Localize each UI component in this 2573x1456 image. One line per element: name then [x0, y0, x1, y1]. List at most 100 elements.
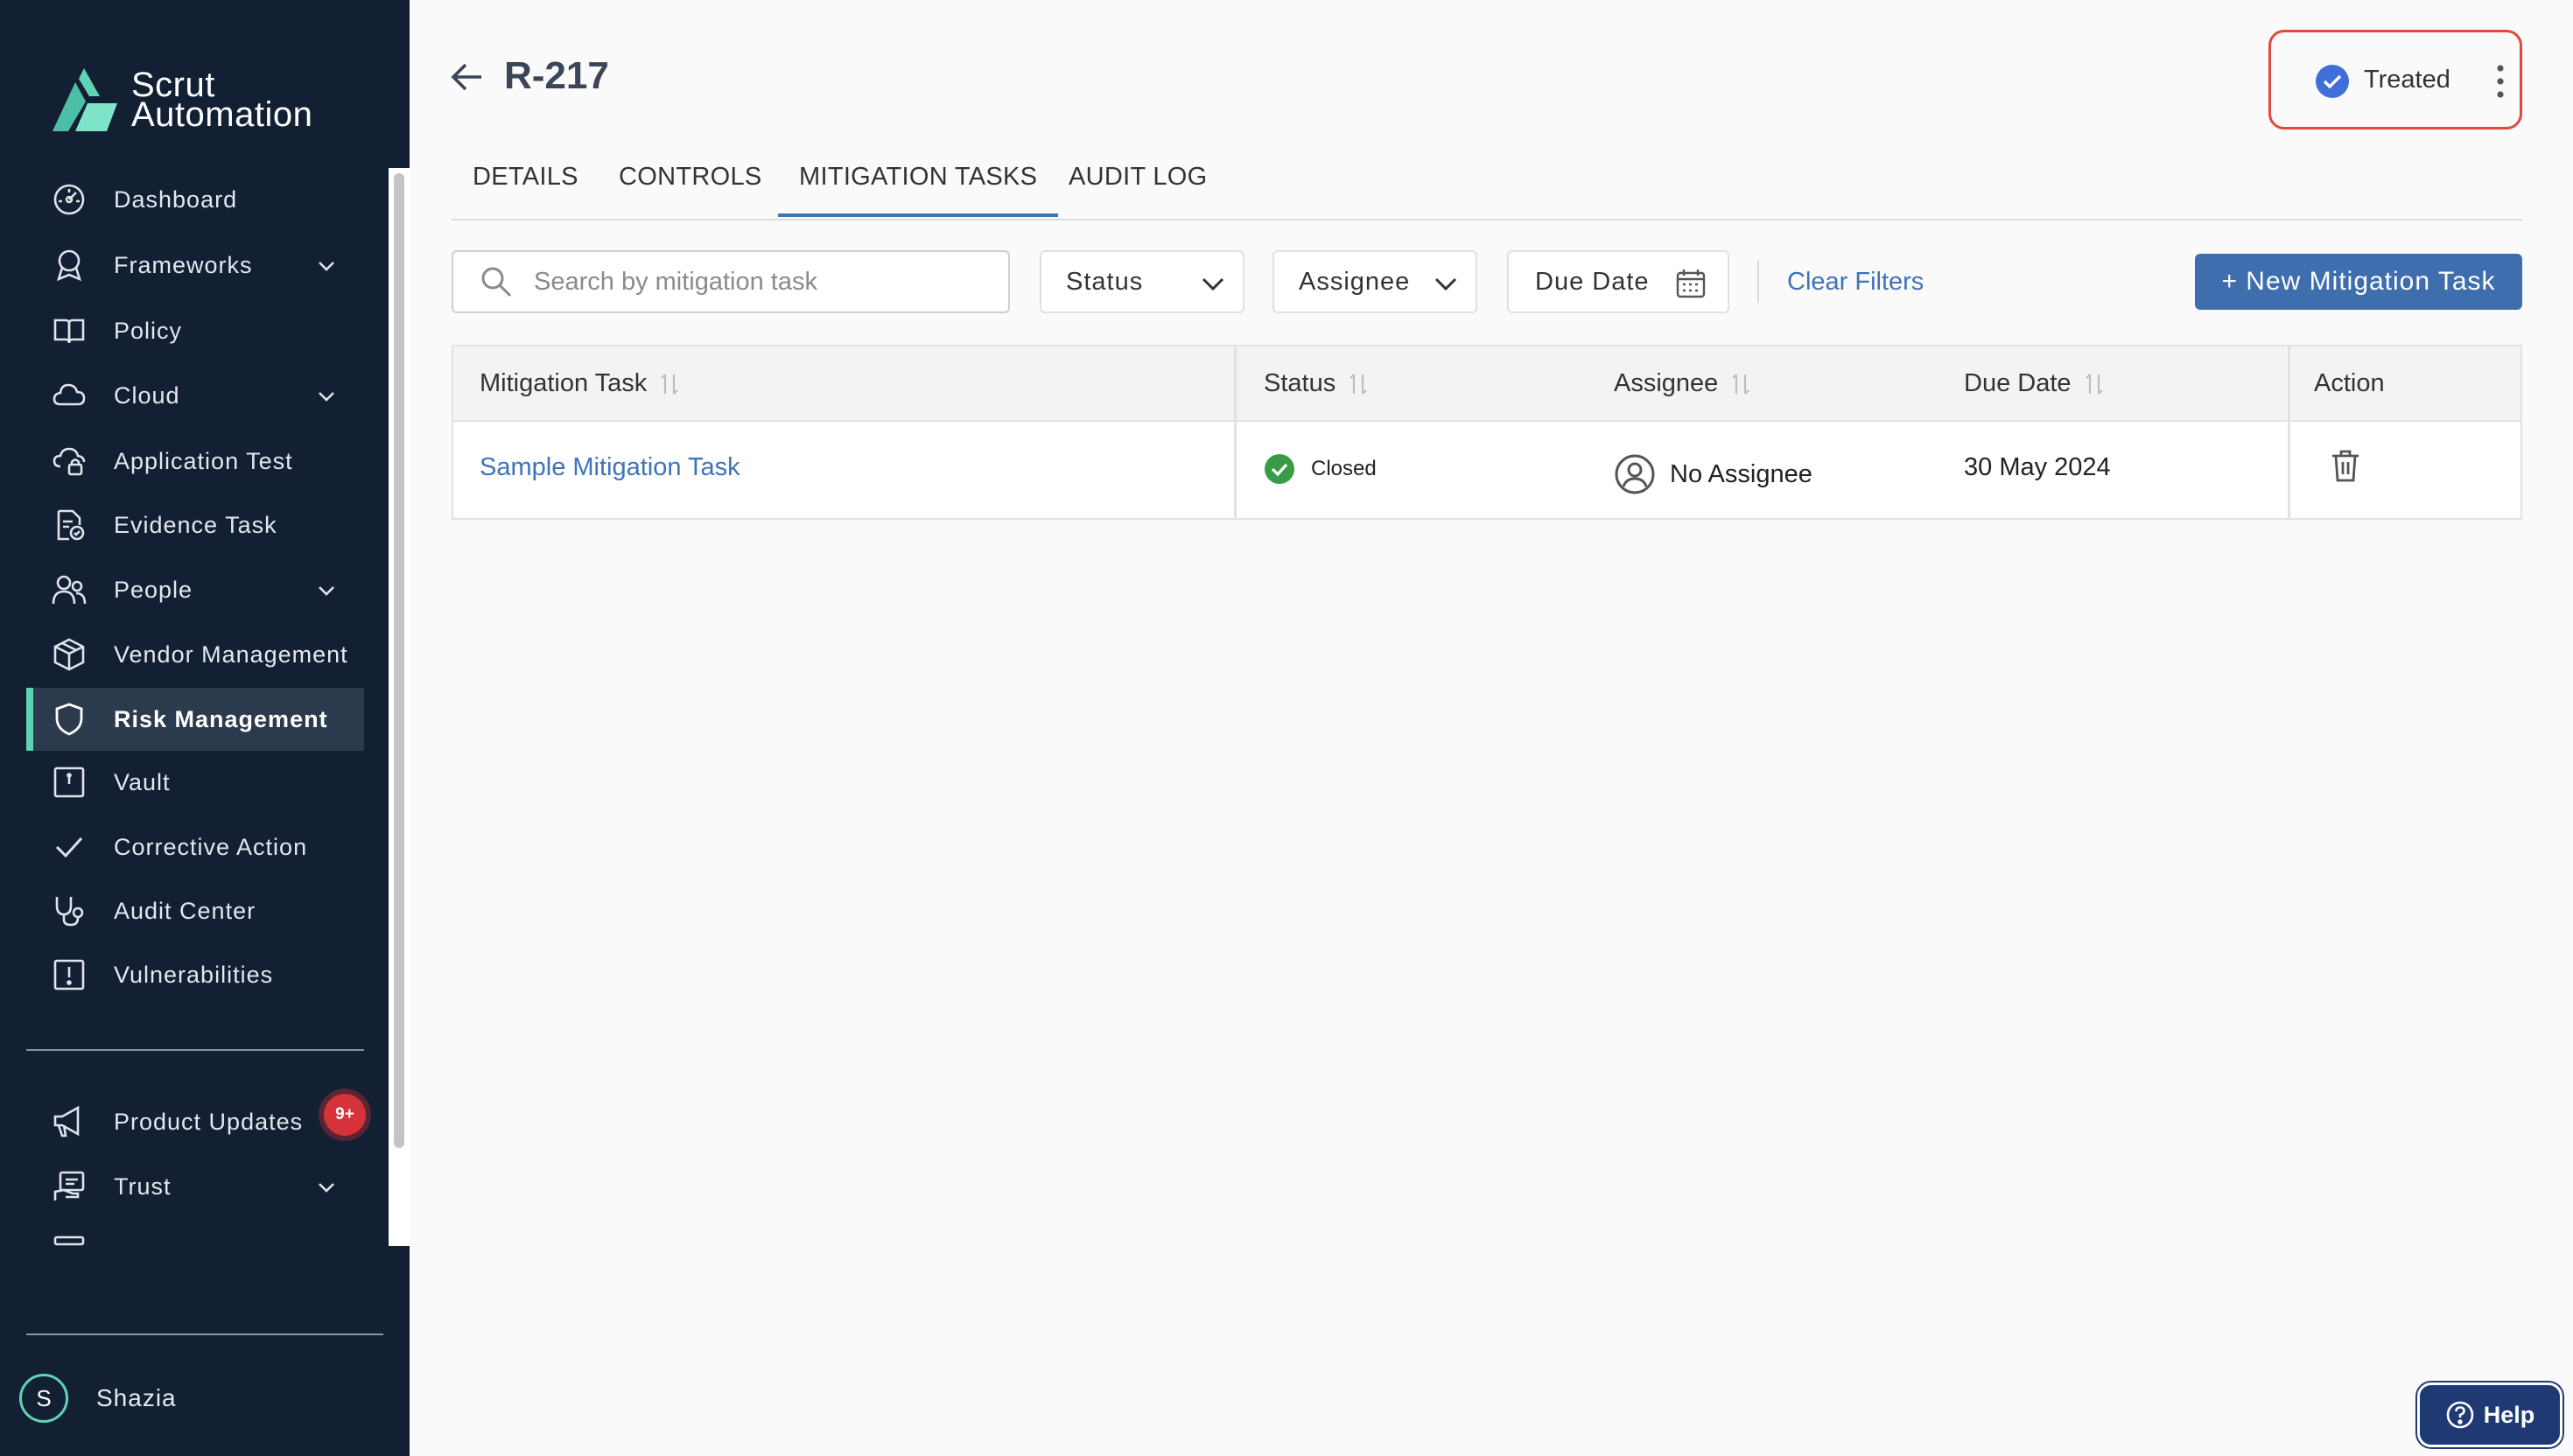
header-action: Action	[2314, 369, 2385, 397]
sidebar-item-label: Trust	[114, 1172, 172, 1200]
status-label: Treated	[2364, 66, 2450, 94]
sidebar-divider	[26, 1049, 364, 1051]
sidebar-item-label: Vault	[114, 768, 171, 795]
chevron-down-icon	[1202, 277, 1224, 291]
avatar: S	[19, 1374, 68, 1423]
sidebar-item-label: Risk Management	[114, 705, 328, 732]
calendar-icon	[1676, 270, 1706, 298]
stethoscope-icon	[51, 892, 88, 929]
search-icon	[481, 267, 512, 298]
status-filter-dropdown[interactable]: Status	[1040, 250, 1244, 313]
sidebar-item-label: Vendor Management	[114, 640, 348, 668]
risk-status-selector[interactable]: Treated	[2268, 30, 2522, 130]
user-avatar-icon	[1615, 454, 1655, 494]
sort-icon	[2085, 373, 2103, 395]
sidebar: Scrut Automation Dashboard Frameworks Po…	[0, 0, 410, 1456]
book-icon	[51, 312, 88, 349]
alert-box-icon	[51, 956, 88, 993]
tab-bar: DETAILS CONTROLS MITIGATION TASKS AUDIT …	[452, 147, 2522, 220]
assignee-filter-dropdown[interactable]: Assignee	[1272, 250, 1477, 313]
sidebar-item-label: Product Updates	[114, 1108, 304, 1135]
sidebar-item-vulnerabilities[interactable]: Vulnerabilities	[26, 943, 364, 1006]
user-name: Shazia	[96, 1384, 177, 1411]
sidebar-item-label: Vulnerabilities	[114, 961, 274, 988]
status-filter-label: Status	[1066, 267, 1144, 296]
sidebar-item-label: Cloud	[114, 382, 180, 409]
filter-divider	[1757, 261, 1759, 303]
due-date-cell: 30 May 2024	[1964, 453, 2111, 481]
sidebar-item-label: Dashboard	[114, 186, 238, 213]
sidebar-scrollbar-thumb[interactable]	[394, 173, 404, 1148]
table-header	[453, 346, 2520, 422]
document-check-icon	[51, 507, 88, 543]
closed-check-icon	[1265, 454, 1294, 484]
tab-audit-log[interactable]: AUDIT LOG	[1048, 147, 1228, 217]
clear-filters-link[interactable]: Clear Filters	[1787, 268, 1924, 297]
award-icon	[51, 247, 88, 284]
cloud-lock-icon	[51, 443, 88, 480]
assignee-filter-label: Assignee	[1299, 267, 1411, 296]
help-icon	[2446, 1401, 2474, 1429]
sidebar-item-audit-center[interactable]: Audit Center	[26, 879, 364, 942]
sidebar-item-vendor-management[interactable]: Vendor Management	[26, 623, 364, 686]
header-mitigation-task[interactable]: Mitigation Task	[480, 369, 680, 398]
sidebar-item-label: Corrective Action	[114, 833, 308, 860]
assignee-name: No Assignee	[1670, 459, 1812, 488]
menu-partial-icon	[51, 1231, 88, 1246]
scrut-logo-icon	[53, 68, 117, 131]
column-divider	[1234, 346, 1237, 518]
sidebar-item-product-updates[interactable]: Product Updates	[26, 1090, 364, 1153]
trash-icon[interactable]	[2330, 448, 2361, 483]
user-profile[interactable]: S Shazia	[19, 1374, 177, 1423]
chevron-down-icon	[1434, 277, 1457, 291]
sidebar-item-vault[interactable]: Vault	[26, 751, 364, 814]
shield-icon	[51, 701, 88, 738]
sidebar-item-corrective-action[interactable]: Corrective Action	[26, 816, 364, 878]
new-mitigation-task-button[interactable]: + New Mitigation Task	[2195, 254, 2522, 310]
sort-icon	[1732, 373, 1750, 395]
status-badge: Closed	[1311, 457, 1377, 480]
sidebar-item-label: People	[114, 576, 193, 603]
chevron-down-icon[interactable]	[315, 255, 338, 277]
search-box[interactable]	[452, 250, 1010, 313]
logo[interactable]: Scrut Automation	[49, 66, 312, 133]
dashboard-icon	[51, 181, 88, 218]
sidebar-item-label: Application Test	[114, 447, 293, 474]
assignee-cell: No Assignee	[1614, 453, 1812, 495]
due-date-filter-label: Due Date	[1535, 267, 1650, 296]
sidebar-item-frameworks[interactable]: Frameworks	[26, 234, 364, 297]
chevron-down-icon[interactable]	[315, 385, 338, 408]
due-date-filter[interactable]: Due Date	[1507, 250, 1729, 313]
sidebar-item-label: Frameworks	[114, 251, 253, 278]
header-due-date[interactable]: Due Date	[1964, 369, 2105, 398]
box-icon	[51, 636, 88, 673]
chevron-down-icon[interactable]	[315, 579, 338, 602]
sidebar-item-evidence-task[interactable]: Evidence Task	[26, 494, 364, 556]
sidebar-item-policy[interactable]: Policy	[26, 299, 364, 362]
tab-details[interactable]: DETAILS	[452, 147, 599, 217]
back-arrow-icon[interactable]	[450, 60, 485, 94]
header-status[interactable]: Status	[1264, 369, 1369, 398]
sidebar-item-trust[interactable]: Trust	[26, 1155, 364, 1218]
sidebar-item-partial[interactable]	[26, 1218, 364, 1246]
chevron-down-icon[interactable]	[315, 1176, 338, 1199]
sidebar-item-risk-management[interactable]: Risk Management	[26, 688, 364, 751]
sidebar-item-cloud[interactable]: Cloud	[26, 364, 364, 427]
sort-icon	[1350, 373, 1367, 395]
sidebar-item-dashboard[interactable]: Dashboard	[26, 168, 364, 231]
cloud-icon	[51, 377, 88, 414]
task-link[interactable]: Sample Mitigation Task	[480, 453, 740, 482]
check-circle-icon	[2316, 65, 2349, 98]
kebab-menu-icon[interactable]	[2495, 64, 2506, 99]
sort-icon	[661, 373, 679, 395]
sidebar-item-application-test[interactable]: Application Test	[26, 430, 364, 493]
tab-mitigation-tasks[interactable]: MITIGATION TASKS	[778, 147, 1059, 217]
header-assignee[interactable]: Assignee	[1614, 369, 1751, 398]
sidebar-nav: Dashboard Frameworks Policy Cloud Applic…	[0, 168, 410, 1246]
search-input[interactable]	[532, 266, 991, 298]
mitigation-tasks-table: Mitigation Task Status Assignee Due Date…	[452, 345, 2522, 520]
page-title: R-217	[504, 54, 609, 97]
tab-controls[interactable]: CONTROLS	[598, 147, 783, 217]
sidebar-item-people[interactable]: People	[26, 558, 364, 621]
help-button[interactable]: Help	[2417, 1382, 2562, 1447]
